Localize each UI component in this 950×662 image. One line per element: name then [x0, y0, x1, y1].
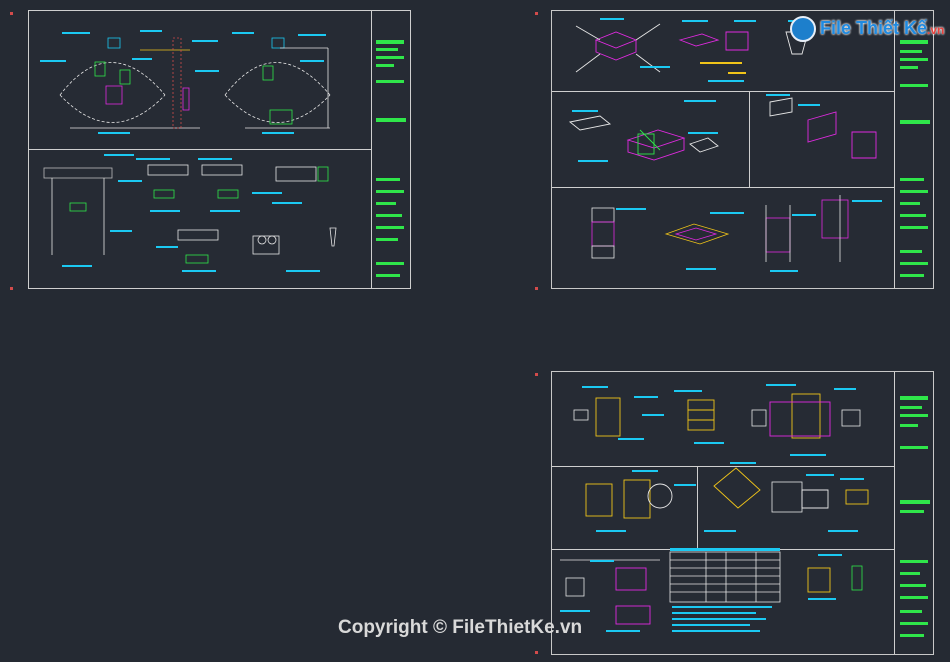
cad-drawing-canvas: [10, 12, 930, 654]
exit-sign-details: [43, 164, 337, 264]
emergency-light-elevation-right: [224, 37, 331, 129]
logo-icon: [790, 16, 816, 42]
filethietke-logo[interactable]: File Thiết Kế.vn: [790, 14, 944, 46]
equipment-details: [585, 393, 869, 593]
logo-text: File Thiết Kế: [820, 18, 928, 38]
logo-tld: .vn: [927, 23, 945, 37]
copyright-watermark: Copyright © FileThietKe.vn: [338, 617, 583, 638]
emergency-light-elevation-left: [59, 37, 200, 129]
duct-support-details: [591, 195, 849, 262]
